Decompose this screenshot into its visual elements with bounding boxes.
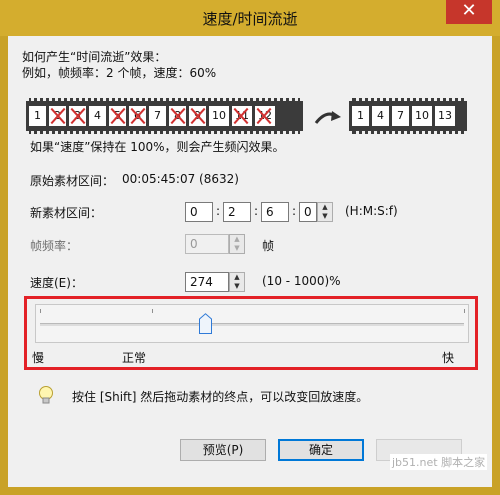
original-range-label: 原始素材区间： xyxy=(30,174,115,188)
slider-tick xyxy=(152,309,153,313)
film-frame: 11 xyxy=(232,106,252,126)
slider-track[interactable] xyxy=(40,323,464,326)
speed-field[interactable]: 274 xyxy=(185,272,229,292)
arrow-up-icon[interactable]: ▲ xyxy=(230,235,244,244)
film-frame: 9 xyxy=(189,106,206,126)
time-format-hint: (H:M:S:f) xyxy=(345,204,398,218)
separator: : xyxy=(292,204,297,218)
arrow-down-icon[interactable]: ▼ xyxy=(318,212,332,221)
watermark: jb51.net 脚本之家 xyxy=(390,454,488,470)
arrow-up-icon[interactable]: ▲ xyxy=(318,203,332,212)
slider-thumb[interactable] xyxy=(199,313,213,334)
speed-stepper[interactable]: ▲ ▼ xyxy=(229,272,245,292)
dialog-body: 如何产生“时间流逝”效果： 例如，帧频率：2 个帧，速度：60% 1234567… xyxy=(8,36,492,487)
strobe-note: 如果“速度”保持在 100%，则会产生频闪效果。 xyxy=(30,140,285,154)
film-frame: 8 xyxy=(169,106,186,126)
frame-rate-unit: 帧 xyxy=(262,239,275,253)
film-frame: 13 xyxy=(435,106,455,126)
frames-field[interactable]: 0 xyxy=(299,202,317,222)
slider-label-fast: 快 xyxy=(442,351,455,365)
film-frame: 3 xyxy=(69,106,86,126)
film-frame: 10 xyxy=(412,106,432,126)
film-strip-before: 1 2 3 4 5 6 7 8 9 10 11 12 xyxy=(26,98,303,134)
original-range-value: 00:05:45:07 (8632) xyxy=(122,172,239,186)
arrow-right-icon xyxy=(314,111,341,124)
window-title: 速度/时间流逝 xyxy=(202,10,298,28)
new-range-label: 新素材区间： xyxy=(30,206,103,220)
seconds-field[interactable]: 6 xyxy=(261,202,289,222)
arrow-down-icon[interactable]: ▼ xyxy=(230,282,244,291)
film-frame: 10 xyxy=(209,106,229,126)
lightbulb-icon xyxy=(39,386,53,404)
frame-rate-field[interactable]: 0 xyxy=(185,234,229,254)
film-frame: 7 xyxy=(149,106,166,126)
speed-slider[interactable] xyxy=(35,304,469,343)
ok-button[interactable]: 确定 xyxy=(278,439,364,461)
minutes-field[interactable]: 2 xyxy=(223,202,251,222)
film-frame: 4 xyxy=(89,106,106,126)
arrow-up-icon[interactable]: ▲ xyxy=(230,273,244,282)
film-frame: 4 xyxy=(372,106,389,126)
slider-label-normal: 正常 xyxy=(122,351,147,365)
arrow-down-icon[interactable]: ▼ xyxy=(230,244,244,253)
close-button[interactable]: ✕ xyxy=(446,0,492,24)
film-frame: 6 xyxy=(129,106,146,126)
hours-field[interactable]: 0 xyxy=(185,202,213,222)
intro-line-2: 例如，帧频率：2 个帧，速度：60% xyxy=(22,66,217,80)
new-range-stepper[interactable]: ▲ ▼ xyxy=(317,202,333,222)
film-frame: 12 xyxy=(255,106,275,126)
film-frame: 7 xyxy=(392,106,409,126)
frame-rate-stepper[interactable]: ▲ ▼ xyxy=(229,234,245,254)
intro-line-1: 如何产生“时间流逝”效果： xyxy=(22,50,167,64)
film-frame: 5 xyxy=(109,106,126,126)
slider-label-slow: 慢 xyxy=(32,351,45,365)
film-frame: 1 xyxy=(29,106,46,126)
speed-range-hint: (10 - 1000)% xyxy=(262,274,341,288)
slider-tick xyxy=(464,309,465,313)
title-bar[interactable]: 速度/时间流逝 ✕ xyxy=(0,0,500,36)
film-frame: 2 xyxy=(49,106,66,126)
film-strip-after: 1 4 7 10 13 xyxy=(349,98,467,134)
slider-tick xyxy=(40,309,41,313)
preview-button[interactable]: 预览(P) xyxy=(180,439,266,461)
speed-label: 速度(E)： xyxy=(30,276,83,290)
film-frame: 1 xyxy=(352,106,369,126)
separator: : xyxy=(254,204,259,218)
shift-drag-hint: 按住 [Shift] 然后拖动素材的终点，可以改变回放速度。 xyxy=(72,390,369,404)
close-icon: ✕ xyxy=(461,0,477,21)
separator: : xyxy=(216,204,221,218)
frame-rate-label: 帧频率： xyxy=(30,239,79,253)
